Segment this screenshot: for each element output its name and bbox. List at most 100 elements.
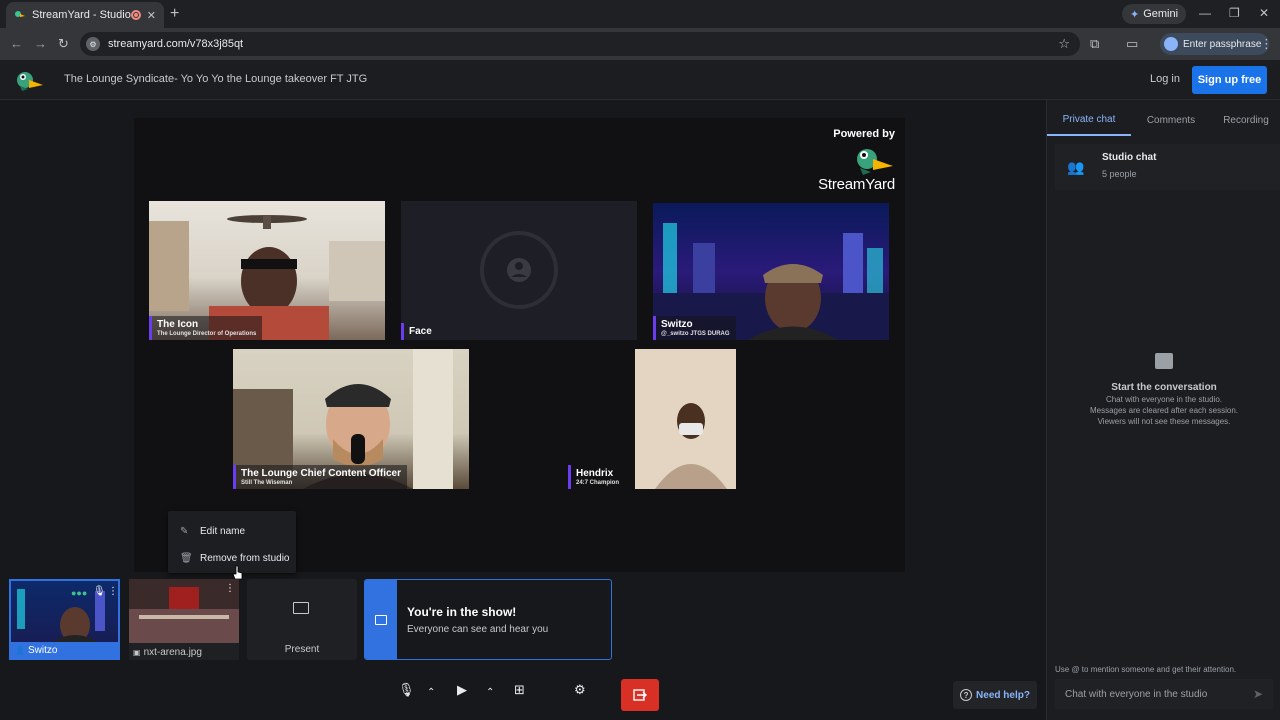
empty-state-title: Start the conversation [1111,382,1217,393]
forward-arrow-icon[interactable]: → [34,36,47,51]
gemini-icon: ✦ [1130,8,1140,21]
present-tile[interactable]: Present [247,579,357,660]
browser-tab[interactable]: StreamYard - Studio ✕ [6,2,164,28]
gemini-label: Gemini [1143,8,1179,20]
participant-context-menu: ✎ Edit name 🗑 Remove from studio [168,511,296,573]
present-label: Present [284,644,320,655]
participant-subtitle: 24:7 Champion [576,480,620,486]
edit-name-menu-item[interactable]: ✎ Edit name [168,518,296,544]
chat-message-input[interactable]: Chat with everyone in the studio ➤ [1055,679,1273,709]
participant-name: Face [409,326,432,337]
in-show-subtitle: Everyone can see and hear you [407,624,549,635]
chat-side-panel: Private chat Comments Recording 👥 Studio… [1046,100,1280,720]
help-icon: ? [960,689,973,701]
chat-empty-state: Start the conversation Chat with everyon… [1047,353,1280,426]
microphone-icon[interactable]: 🎙 [398,682,415,698]
in-show-accent [365,580,397,659]
browser-menu-icon[interactable]: ⋮ [1260,36,1273,52]
more-options-icon[interactable]: ⋮ [108,586,118,597]
media-label: ▣ nxt-arena.jpg [129,644,239,660]
camera-off-avatar-icon [480,231,558,309]
share-screen-icon[interactable]: ⊞ [514,682,525,698]
powered-by-label: Powered by [833,128,895,140]
passphrase-button[interactable]: Enter passphrase [1160,33,1270,55]
participant-nameplate: Switzo @_switzo JTGS DURAG [653,316,736,340]
new-tab-button[interactable]: + [170,5,179,23]
participant-name: Switzo [661,319,693,330]
participant-tile[interactable]: Hendrix 24:7 Champion [568,349,736,489]
on-stage-icon [375,615,387,625]
self-camera-thumbnail[interactable]: ●●● 🎙 ⋮ 👤 Switzo [9,579,120,660]
send-icon[interactable]: ➤ [1253,687,1263,701]
streamyard-favicon-icon [15,11,25,17]
cast-icon[interactable]: ▭ [1126,36,1138,52]
back-arrow-icon[interactable]: ← [10,36,23,51]
chat-bubble-icon [1155,353,1173,369]
tab-title: StreamYard - Studio [32,9,131,21]
camera-icon[interactable]: ▶ [457,682,467,698]
empty-state-line: Viewers will not see these messages. [1097,417,1231,426]
menu-item-label: Edit name [200,525,246,537]
menu-item-label: Remove from studio [200,552,290,564]
participant-tile[interactable]: The Icon The Lounge Director of Operatio… [149,201,385,340]
participant-video [635,349,736,489]
need-help-button[interactable]: ? Need help? [953,681,1037,709]
mic-icon[interactable]: 🎙 [93,586,106,597]
streamyard-watermark-logo [857,149,893,175]
media-thumbnail[interactable]: ⋮ ▣ nxt-arena.jpg [129,579,239,660]
self-name: Switzo [27,644,58,656]
site-info-icon[interactable]: ⚙ [86,37,100,51]
participant-nameplate: The Lounge Chief Content Officer Still T… [233,465,407,489]
in-show-title: You're in the show! [407,605,517,619]
participant-subtitle: Still The Wiseman [241,480,293,486]
gemini-button[interactable]: ✦ Gemini [1122,4,1187,24]
participant-nameplate: The Icon The Lounge Director of Operatio… [149,316,263,340]
broadcast-stage: Powered by StreamYard The Icon The Loung… [134,118,905,572]
person-icon: 👤 [15,645,25,655]
participant-name: The Icon [157,319,199,330]
studio-chat-title: Studio chat [1102,152,1157,163]
media-filename: nxt-arena.jpg [143,646,202,658]
signup-button[interactable]: Sign up free [1192,66,1267,94]
restore-icon[interactable]: ❐ [1229,6,1240,20]
participant-subtitle: @_switzo JTGS DURAG [661,331,730,337]
settings-gear-icon[interactable]: ⚙ [574,682,586,698]
browser-toolbar: ← → ↻ ⚙ streamyard.com/v78x3j85qt ☆ ⧉ ▭ … [0,28,1280,60]
more-options-icon[interactable]: ⋮ [225,583,235,594]
participant-tile[interactable]: Face [401,201,637,340]
participant-name: Hendrix [576,468,614,479]
participant-tile[interactable]: Switzo @_switzo JTGS DURAG [653,203,889,340]
present-screen-icon [293,602,309,614]
profile-avatar [1164,37,1178,51]
bookmark-star-icon[interactable]: ☆ [1058,36,1070,52]
app-header: The Lounge Syndicate- Yo Yo Yo the Loung… [0,60,1280,100]
leave-studio-button[interactable] [621,679,659,711]
studio-chat-header[interactable]: 👥 Studio chat 5 people [1055,144,1280,190]
tab-recording[interactable]: Recording [1211,104,1280,136]
recording-indicator-icon [130,10,141,20]
tab-close-icon[interactable]: ✕ [147,9,156,22]
address-bar[interactable]: ⚙ streamyard.com/v78x3j85qt ☆ [80,32,1080,56]
reload-icon[interactable]: ↻ [58,36,69,52]
extensions-icon[interactable]: ⧉ [1090,36,1099,52]
participant-name: The Lounge Chief Content Officer [241,468,401,479]
browser-tab-bar: StreamYard - Studio ✕ + ✦ Gemini — ❐ ✕ [0,0,1280,28]
window-close-icon[interactable]: ✕ [1259,6,1269,20]
url-text: streamyard.com/v78x3j85qt [108,38,244,50]
participant-nameplate: Hendrix 24:7 Champion [568,465,625,489]
streamyard-logo[interactable] [16,68,44,92]
brand-name: StreamYard [818,176,895,193]
in-show-status-card: You're in the show! Everyone can see and… [364,579,612,660]
camera-options-chevron-icon[interactable]: ⌃ [486,687,494,698]
minimize-icon[interactable]: — [1199,6,1211,20]
tab-comments[interactable]: Comments [1133,104,1209,136]
powered-by-watermark: Powered by StreamYard [818,128,895,193]
mic-options-chevron-icon[interactable]: ⌃ [427,687,435,698]
tab-private-chat[interactable]: Private chat [1047,104,1131,136]
need-help-label: Need help? [976,689,1030,701]
studio-chat-count: 5 people [1102,169,1137,179]
empty-state-line: Chat with everyone in the studio. [1105,395,1223,404]
mention-hint: Use @ to mention someone and get their a… [1055,665,1237,674]
login-link[interactable]: Log in [1150,73,1180,85]
participant-tile[interactable]: The Lounge Chief Content Officer Still T… [233,349,469,489]
